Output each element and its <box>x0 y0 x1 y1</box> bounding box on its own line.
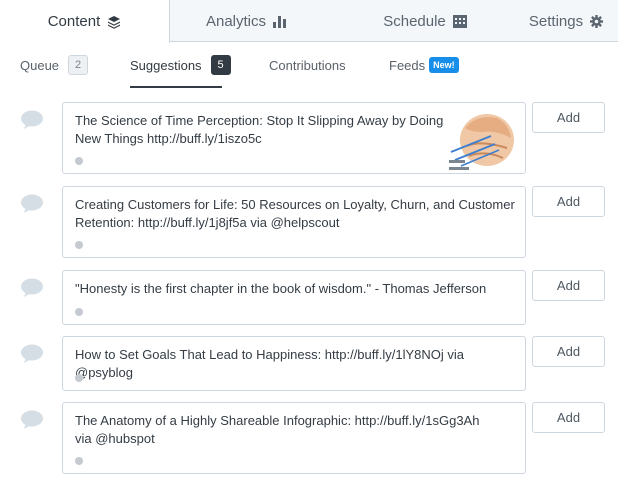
suggestion-text: How to Set Goals That Lead to Happiness:… <box>75 347 465 380</box>
suggestion-card[interactable]: The Anatomy of a Highly Shareable Infogr… <box>62 402 526 474</box>
suggestion-text: The Anatomy of a Highly Shareable Infogr… <box>75 413 480 446</box>
tab-analytics-label: Analytics <box>205 12 267 30</box>
tab-contributions-label: Contributions <box>269 57 346 73</box>
stack-icon <box>107 15 121 29</box>
sub-tab-bar: Queue 2 Suggestions 5 Contributions Feed… <box>0 42 618 88</box>
list-item: "Honesty is the first chapter in the boo… <box>0 270 618 325</box>
new-badge: New! <box>429 57 459 73</box>
speech-bubble-icon <box>20 110 44 130</box>
speech-bubble-icon <box>20 278 44 298</box>
suggestion-card[interactable]: Creating Customers for Life: 50 Resource… <box>62 186 526 258</box>
add-button[interactable]: Add <box>532 102 605 133</box>
clock-icon <box>75 241 83 249</box>
suggestion-card[interactable]: The Science of Time Perception: Stop It … <box>62 102 526 174</box>
clock-icon <box>75 308 83 316</box>
speech-bubble-icon <box>20 344 44 364</box>
list-item: How to Set Goals That Lead to Happiness:… <box>0 336 618 391</box>
list-item: Creating Customers for Life: 50 Resource… <box>0 186 618 258</box>
suggestion-card[interactable]: "Honesty is the first chapter in the boo… <box>62 270 526 325</box>
suggestion-text: "Honesty is the first chapter in the boo… <box>75 281 487 296</box>
tab-contributions[interactable]: Contributions <box>269 42 346 88</box>
calendar-icon <box>452 14 467 28</box>
add-button[interactable]: Add <box>532 336 605 367</box>
tab-suggestions[interactable]: Suggestions 5 <box>130 42 231 88</box>
suggestions-count-badge: 5 <box>210 55 231 75</box>
list-item: The Anatomy of a Highly Shareable Infogr… <box>0 402 618 474</box>
tab-settings[interactable]: Settings <box>514 0 618 42</box>
add-button[interactable]: Add <box>532 270 605 301</box>
suggestion-text: Creating Customers for Life: 50 Resource… <box>75 197 515 230</box>
suggestion-thumbnail <box>447 110 515 173</box>
gear-icon <box>590 14 604 28</box>
tab-settings-label: Settings <box>528 12 584 30</box>
tab-analytics[interactable]: Analytics <box>170 0 322 42</box>
tab-feeds[interactable]: Feeds New! <box>389 42 459 88</box>
bar-chart-icon <box>273 15 287 28</box>
clock-icon <box>75 157 83 165</box>
speech-bubble-icon <box>20 410 44 430</box>
tab-schedule-label: Schedule <box>383 12 446 30</box>
clock-icon <box>75 374 83 382</box>
tab-content-label: Content <box>47 13 101 30</box>
tab-queue-label: Queue <box>20 57 60 73</box>
top-tab-bar: Content Analytics Schedule Settings <box>0 0 618 43</box>
add-button[interactable]: Add <box>532 186 605 217</box>
suggestion-text: The Science of Time Perception: Stop It … <box>75 113 444 146</box>
queue-count-badge: 2 <box>68 55 89 75</box>
speech-bubble-icon <box>20 194 44 214</box>
tab-schedule[interactable]: Schedule <box>345 0 505 42</box>
suggestion-card[interactable]: How to Set Goals That Lead to Happiness:… <box>62 336 526 391</box>
list-item: The Science of Time Perception: Stop It … <box>0 102 618 174</box>
tab-queue[interactable]: Queue 2 <box>20 42 89 88</box>
add-button[interactable]: Add <box>532 402 605 433</box>
tab-suggestions-label: Suggestions <box>130 57 202 73</box>
clock-icon <box>75 457 83 465</box>
tab-content[interactable]: Content <box>0 0 170 43</box>
tab-feeds-label: Feeds <box>389 57 426 73</box>
